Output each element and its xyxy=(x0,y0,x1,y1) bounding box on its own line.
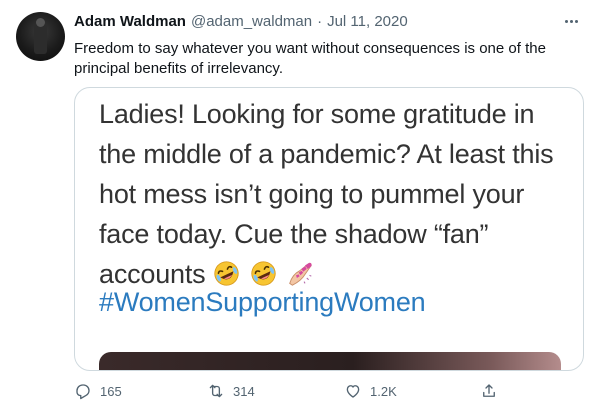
share-button[interactable] xyxy=(480,382,498,400)
media-line-2: the middle of a pandemic? At least this xyxy=(99,139,554,169)
tweet-header: Adam Waldman @adam_waldman · Jul 11, 202… xyxy=(74,13,554,33)
author-handle[interactable]: @adam_waldman xyxy=(191,13,312,30)
media-line-1: Ladies! Looking for some gratitude in xyxy=(99,99,535,129)
author-name[interactable]: Adam Waldman xyxy=(74,13,186,30)
like-button[interactable]: 1.2K xyxy=(344,382,397,400)
media-line-4: face today. Cue the shadow “fan” xyxy=(99,219,489,249)
tweet[interactable]: Adam Waldman @adam_waldman · Jul 11, 202… xyxy=(0,0,600,415)
rolling-on-floor-laughing-icon xyxy=(251,261,276,286)
avatar-head xyxy=(36,18,45,27)
reply-count: 165 xyxy=(100,383,122,399)
media-line-3: hot mess isn’t going to pummel your xyxy=(99,179,525,209)
retweet-count: 314 xyxy=(233,383,255,399)
media-caption: Ladies! Looking for some gratitude in th… xyxy=(99,94,569,294)
media-line-5-text: accounts xyxy=(99,259,206,289)
media-hashtag: #WomenSupportingWomen xyxy=(99,287,426,317)
retweet-button[interactable]: 314 xyxy=(207,382,255,400)
tweet-date[interactable]: Jul 11, 2020 xyxy=(327,13,408,30)
rolling-on-floor-laughing-icon xyxy=(214,261,239,286)
separator-dot: · xyxy=(317,13,323,30)
media-photo xyxy=(99,352,561,370)
avatar[interactable] xyxy=(16,12,65,61)
more-options-icon[interactable] xyxy=(560,12,582,30)
media-card[interactable]: Ladies! Looking for some gratitude in th… xyxy=(74,87,584,371)
reply-icon xyxy=(76,384,90,400)
like-count: 1.2K xyxy=(370,383,397,399)
nail-polish-icon xyxy=(289,262,313,286)
share-icon xyxy=(483,384,495,397)
retweet-icon xyxy=(209,384,223,398)
tweet-text: Freedom to say whatever you want without… xyxy=(74,40,546,77)
heart-icon xyxy=(346,385,360,398)
tweet-actions: 165 314 1.2K xyxy=(74,382,584,406)
reply-button[interactable]: 165 xyxy=(74,382,122,400)
